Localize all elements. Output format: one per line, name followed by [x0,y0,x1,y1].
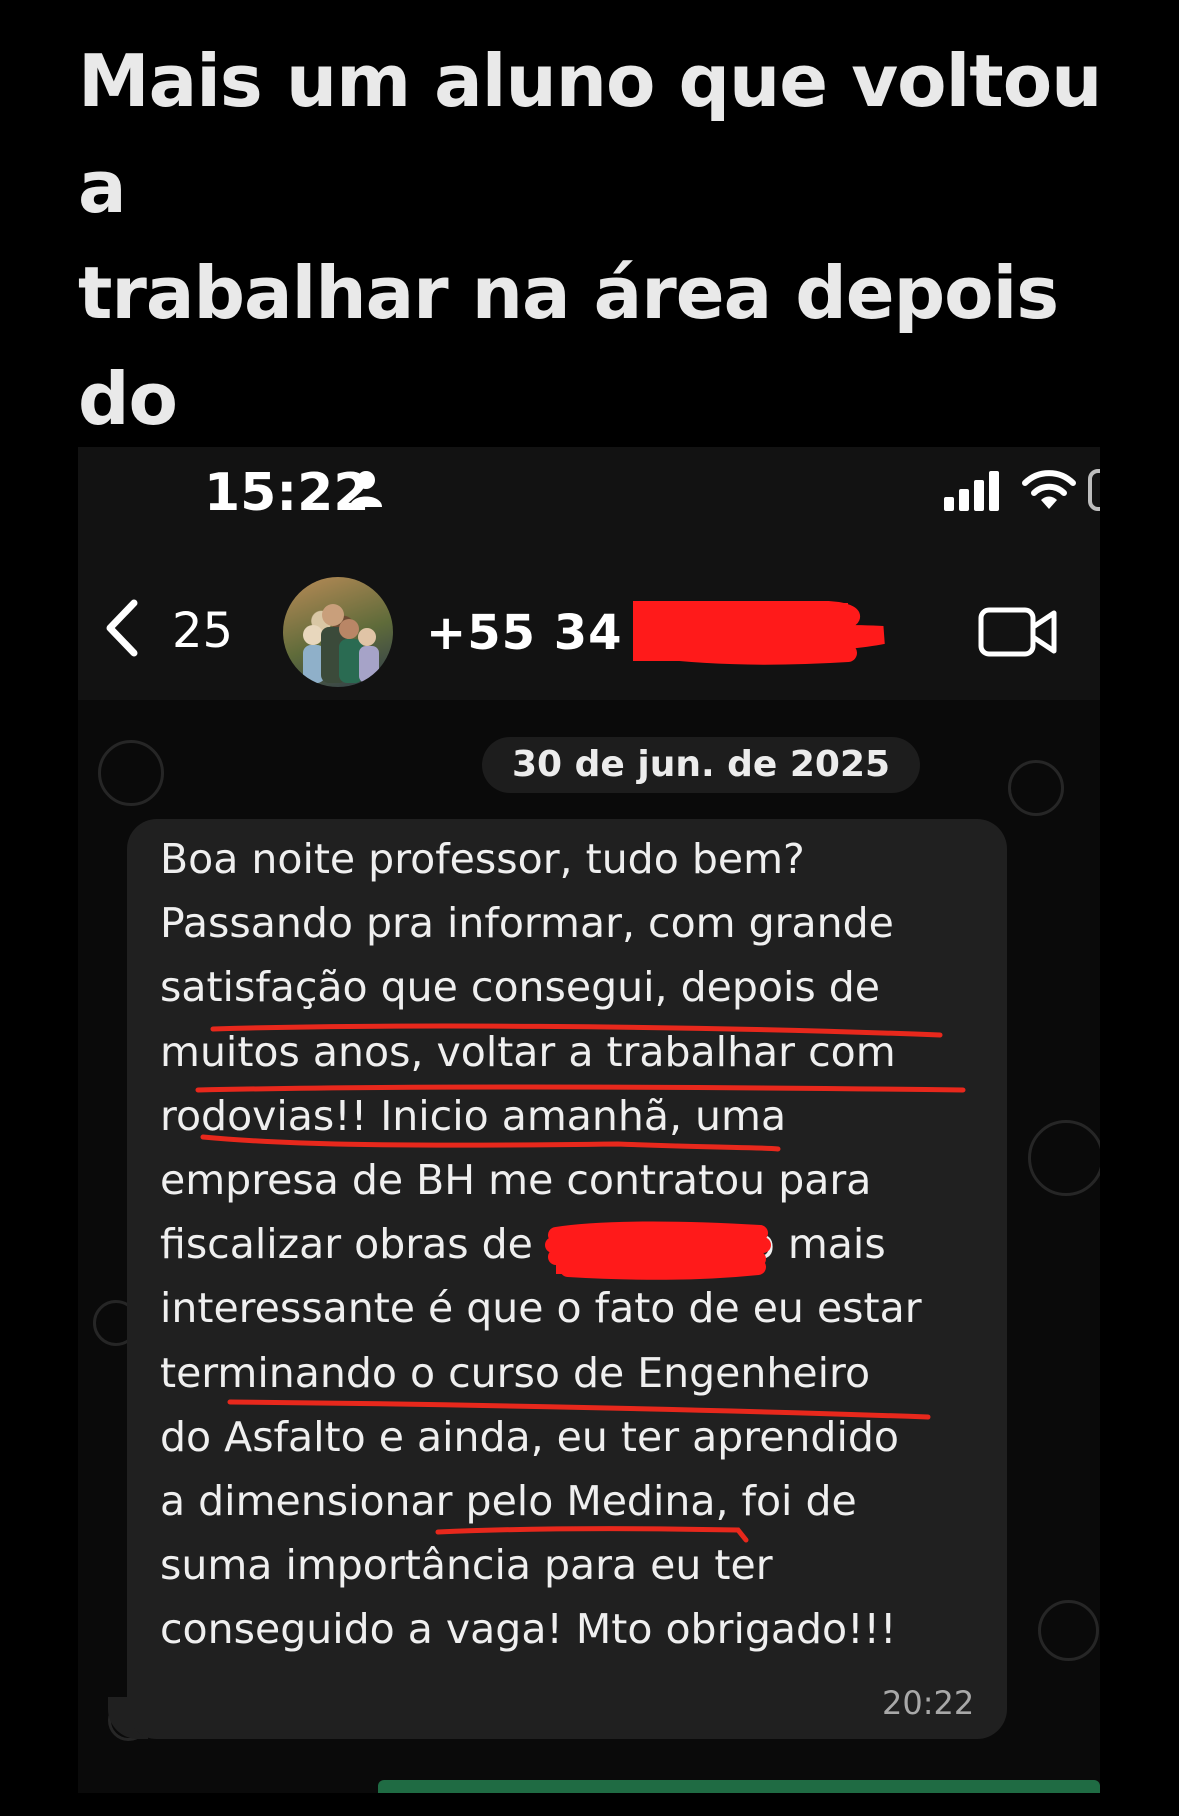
wallpaper-doodle [1008,760,1064,816]
redaction-scribble [633,601,885,665]
message-line: do Asfalto e ainda, eu ter aprendido [160,1412,899,1461]
avatar[interactable] [283,577,393,687]
headline-line-2: trabalhar na área depois do [78,251,1059,441]
person-icon [350,471,382,507]
message-line: empresa de BH me contratou para [160,1156,872,1205]
chat-header: 25 +55 34 9 [78,567,1100,700]
headline-line-1: Mais um aluno que voltou a [78,39,1102,229]
wallpaper-doodle [1028,1120,1100,1196]
message-line: fiscalizar obras de ; o mais [160,1212,990,1276]
message-line: a dimensionar pelo Medina, foi de [160,1477,857,1526]
wifi-icon [1022,470,1076,509]
message-line: conseguido a vaga! Mto obrigado!!! [160,1605,897,1654]
status-bar: 15:22 [78,447,1100,567]
message-line: Boa noite professor, tudo bem? [160,835,805,883]
compose-bar-edge [378,1780,1100,1793]
status-time: 15:22 [204,463,370,523]
wallpaper-doodle [98,740,164,806]
message-line: suma importância para eu ter [160,1541,773,1590]
unread-count[interactable]: 25 [172,603,233,659]
signal-icon [944,471,999,511]
message-line: muitos anos, voltar a trabalhar com [160,1027,896,1076]
message-line: terminando o curso de Engenheiro [160,1348,871,1397]
message-line-end: ; o mais [722,1220,886,1269]
message-line: Passando pra informar, com grande [160,899,894,948]
message-text: Boa noite professor, tudo bem? Passando … [160,827,990,1662]
battery-icon [1088,469,1100,511]
message-time: 20:22 [882,1684,975,1722]
video-call-icon[interactable] [978,607,1058,657]
message-line: rodovias!! Inicio amanhã, uma [160,1091,787,1140]
phone-screenshot: 15:22 25 +55 34 9 30 de jun. de 2025 Boa… [78,447,1100,1793]
message-line: interessante é que o fato de eu estar [160,1284,922,1333]
wallpaper-doodle [1038,1600,1099,1661]
message-line: satisfação que consegui, depois de [160,963,880,1012]
message-line-start: fiscalizar obras de [160,1220,533,1269]
back-icon[interactable] [102,597,142,659]
date-chip: 30 de jun. de 2025 [482,737,921,793]
